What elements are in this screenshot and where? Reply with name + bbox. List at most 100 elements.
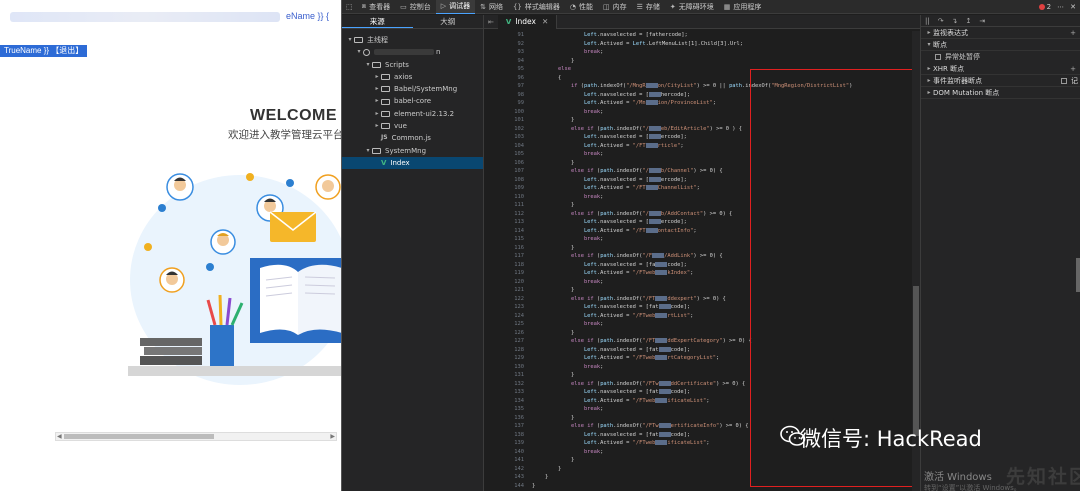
line-number[interactable]: 138 xyxy=(484,431,524,440)
line-number[interactable]: 128 xyxy=(484,346,524,355)
line-number[interactable]: 102 xyxy=(484,125,524,134)
chevron-right-icon[interactable]: ▸ xyxy=(925,63,933,75)
log-events-toggle[interactable]: 记 xyxy=(1061,75,1078,87)
more-icon[interactable]: ⋯ xyxy=(1057,3,1064,11)
line-number[interactable]: 91 xyxy=(484,31,525,40)
line-number[interactable]: 136 xyxy=(484,414,524,423)
line-number[interactable]: 134 xyxy=(484,397,524,406)
section-header[interactable]: ▸ 事件监听器断点 记 xyxy=(921,75,1080,87)
chevron-down-icon[interactable]: ▾ xyxy=(355,46,363,58)
tree-item[interactable]: JS Common.js xyxy=(342,132,483,144)
line-number[interactable]: 116 xyxy=(484,244,524,253)
chevron-right-icon[interactable]: ▸ xyxy=(925,75,933,87)
section-header[interactable]: ▸ XHR 断点 + xyxy=(921,63,1080,75)
line-number[interactable]: 101 xyxy=(484,116,524,125)
line-number[interactable]: 140 xyxy=(484,448,524,457)
tree-item[interactable]: ▸ babel-core xyxy=(342,95,483,107)
line-number[interactable]: 115 xyxy=(484,235,524,244)
code-line[interactable]: } xyxy=(532,57,852,66)
add-icon[interactable]: + xyxy=(1070,27,1076,39)
line-number[interactable]: 139 xyxy=(484,439,524,448)
line-number[interactable]: 98 xyxy=(484,91,525,100)
line-number[interactable]: 109 xyxy=(484,184,524,193)
tab-outline[interactable]: 大纲 xyxy=(413,15,484,28)
tool-console[interactable]: ▭ 控制台 xyxy=(395,0,436,14)
tool-application[interactable]: ▦ 应用程序 xyxy=(719,0,767,14)
close-tab-icon[interactable]: ✕ xyxy=(542,17,548,26)
tool-accessibility[interactable]: ✦ 无障碍环境 xyxy=(665,0,719,14)
line-number[interactable]: 129 xyxy=(484,354,524,363)
chevron-right-icon[interactable]: ▸ xyxy=(373,95,381,107)
editor-tab-index[interactable]: V Index ✕ xyxy=(497,14,558,29)
line-number[interactable]: 114 xyxy=(484,227,524,236)
deactivate-breakpoints-icon[interactable]: ⇥ xyxy=(979,17,985,25)
line-number[interactable]: 133 xyxy=(484,388,524,397)
line-number[interactable]: 111 xyxy=(484,201,524,210)
line-number[interactable]: 104 xyxy=(484,142,524,151)
line-number[interactable]: 125 xyxy=(484,320,524,329)
tool-performance[interactable]: ◔ 性能 xyxy=(565,0,598,14)
line-number[interactable]: 124 xyxy=(484,312,524,321)
tree-item[interactable]: ▾ Scripts xyxy=(342,59,483,71)
selected-user-bar[interactable]: TrueName }} 【退出】 xyxy=(0,45,88,57)
chevron-right-icon[interactable]: ▸ xyxy=(373,71,381,83)
line-number[interactable]: 123 xyxy=(484,303,524,312)
chevron-down-icon[interactable]: ▾ xyxy=(925,39,933,51)
line-number[interactable]: 117 xyxy=(484,252,524,261)
editor-scrollbar-thumb[interactable] xyxy=(913,286,919,436)
line-number[interactable]: 113 xyxy=(484,218,524,227)
horizontal-scrollbar[interactable]: ◀ ▶ xyxy=(55,432,337,441)
line-number[interactable]: 119 xyxy=(484,269,524,278)
line-number[interactable]: 105 xyxy=(484,150,524,159)
line-number[interactable]: 126 xyxy=(484,329,524,338)
tree-item[interactable]: ▸ element-ui2.13.2 xyxy=(342,108,483,120)
tool-style-editor[interactable]: {} 样式编辑器 xyxy=(508,0,565,14)
line-number[interactable]: 112 xyxy=(484,210,524,219)
error-count[interactable]: 2 xyxy=(1047,3,1051,11)
line-number[interactable]: 132 xyxy=(484,380,524,389)
line-numbers[interactable]: 91 92 93 94 95 96 97 98 99 100 101 102 103 104 105 106 1… xyxy=(484,31,524,490)
code-line[interactable]: Left.navselected = [fathercode]; xyxy=(532,31,852,40)
close-devtools-icon[interactable]: ✕ xyxy=(1070,3,1076,11)
tree-item[interactable]: ▾ 主线程 xyxy=(342,34,483,46)
line-number[interactable]: 118 xyxy=(484,261,524,270)
section-header[interactable]: ▸ 监视表达式 + xyxy=(921,27,1080,39)
toggle-sidebar-icon[interactable]: ⇤ xyxy=(484,18,498,26)
line-number[interactable]: 110 xyxy=(484,193,524,202)
chevron-right-icon[interactable]: ▸ xyxy=(373,120,381,132)
line-number[interactable]: 99 xyxy=(484,99,525,108)
line-number[interactable]: 120 xyxy=(484,278,524,287)
line-number[interactable]: 144 xyxy=(484,482,524,491)
line-number[interactable]: 107 xyxy=(484,167,524,176)
pause-on-exceptions-checkbox[interactable]: 异常处暂停 xyxy=(921,51,1080,63)
line-number[interactable]: 108 xyxy=(484,176,524,185)
line-number[interactable]: 100 xyxy=(484,108,524,117)
tree-item[interactable]: ▸ Babel/SystemMng xyxy=(342,83,483,95)
pick-element-icon[interactable]: ⬚ xyxy=(342,0,357,14)
line-number[interactable]: 135 xyxy=(484,405,524,414)
tab-sources[interactable]: 来源 xyxy=(342,15,413,28)
line-number[interactable]: 130 xyxy=(484,363,524,372)
chevron-right-icon[interactable]: ▸ xyxy=(925,87,933,99)
tree-item[interactable]: V Index xyxy=(342,156,483,170)
step-into-icon[interactable]: ↴ xyxy=(952,17,958,25)
checkbox[interactable] xyxy=(1061,77,1067,84)
step-out-icon[interactable]: ↥ xyxy=(965,17,971,25)
chevron-down-icon[interactable]: ▾ xyxy=(346,34,354,46)
editor-scrollbar[interactable] xyxy=(912,31,920,491)
error-icon[interactable] xyxy=(1038,3,1045,10)
line-number[interactable]: 95 xyxy=(484,65,525,74)
tool-debugger[interactable]: ▷ 调试器 xyxy=(435,0,476,14)
line-number[interactable]: 103 xyxy=(484,133,524,142)
scrollbar-thumb[interactable] xyxy=(64,434,214,439)
chevron-right-icon[interactable]: ▸ xyxy=(373,108,381,120)
tool-storage[interactable]: ☰ 存储 xyxy=(632,0,665,14)
chevron-down-icon[interactable]: ▾ xyxy=(364,59,372,71)
tree-item[interactable]: ▾ n xyxy=(342,46,483,58)
line-number[interactable]: 121 xyxy=(484,286,524,295)
tool-inspector[interactable]: ⧈ 查看器 xyxy=(357,0,395,14)
tree-item[interactable]: ▾ SystemMng xyxy=(342,145,483,157)
line-number[interactable]: 97 xyxy=(484,82,525,91)
line-number[interactable]: 131 xyxy=(484,371,524,380)
checkbox[interactable] xyxy=(935,54,941,60)
